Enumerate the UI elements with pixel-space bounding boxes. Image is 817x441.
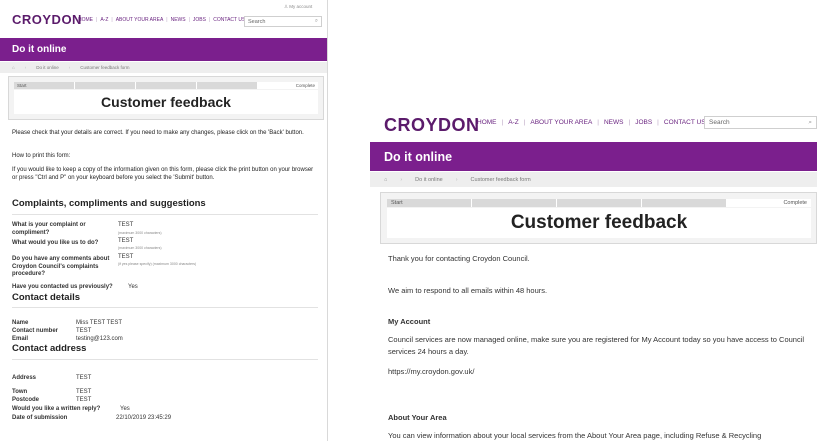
field-label-town: Town	[12, 389, 28, 395]
thank-you-message: Thank you for contacting Croydon Council…	[388, 254, 530, 263]
section-band: Do it online	[0, 38, 327, 61]
summary-content: Please check that your details are corre…	[8, 124, 324, 441]
top-navigation: HOME | A-Z | ABOUT YOUR AREA | NEWS | JOBS | …	[477, 119, 706, 126]
band-title: Do it online	[12, 44, 67, 55]
search-placeholder: Search	[248, 18, 266, 25]
field-label-contacted: Have you contacted us previously?	[12, 284, 113, 290]
search-input[interactable]: Search ⌕	[244, 16, 322, 27]
nav-about-your-area[interactable]: ABOUT YOUR AREA	[116, 17, 164, 23]
page-title: Customer feedback	[14, 90, 318, 114]
field-value-town: TEST	[76, 389, 92, 395]
breadcrumb: ⌂ › Do it online › Customer feedback for…	[370, 172, 817, 187]
progress-step	[642, 199, 727, 207]
intro-text: Please check that your details are corre…	[12, 130, 304, 136]
home-icon[interactable]: ⌂	[384, 177, 387, 183]
divider	[12, 307, 318, 308]
nav-news[interactable]: NEWS	[171, 17, 186, 23]
field-value-postcode: TEST	[76, 397, 92, 403]
top-navigation: HOME | A-Z | ABOUT YOUR AREA | NEWS | JOBS | …	[78, 17, 246, 23]
progress-step	[197, 82, 258, 89]
section-band: Do it online	[370, 142, 817, 171]
nav-home[interactable]: HOME	[78, 17, 93, 23]
thank-you-content: Thank you for contacting Croydon Council…	[380, 244, 817, 441]
my-account-link[interactable]: https://my.croydon.gov.uk/	[388, 366, 816, 378]
breadcrumb-item-do-it-online[interactable]: Do it online	[36, 65, 59, 70]
field-label-request: What would you like us to do?	[12, 240, 99, 246]
print-heading: How to print this form:	[12, 153, 71, 159]
my-account-text: Council services are now managed online,…	[388, 335, 805, 356]
chevron-right-icon: ›	[68, 65, 71, 70]
progress-step	[557, 199, 642, 207]
breadcrumb-item-current: Customer feedback form	[470, 176, 531, 183]
my-account-heading: My Account	[388, 317, 431, 326]
progress-bar: Start Complete	[387, 199, 811, 207]
field-label-complaint: What is your complaint or compliment?	[12, 222, 86, 236]
band-title: Do it online	[384, 149, 453, 164]
nav-a-z[interactable]: A-Z	[100, 17, 108, 23]
field-label-address: Address	[12, 375, 37, 381]
progress-step	[136, 82, 197, 89]
nav-contact-us[interactable]: CONTACT US	[213, 17, 245, 23]
about-your-area-text: You can view information about your loca…	[388, 431, 762, 440]
field-hint: (if yes please specify) (maximum 3000 ch…	[118, 262, 197, 266]
my-account-link[interactable]: ♙ My account	[284, 4, 312, 10]
field-value-date: 22/10/2019 23:45:29	[116, 415, 172, 421]
search-icon[interactable]: ⌕	[315, 18, 318, 25]
croydon-logo[interactable]: CROYDON	[12, 12, 82, 27]
nav-news[interactable]: NEWS	[604, 119, 624, 126]
thank-you-page-screenshot: CROYDON HOME | A-Z | ABOUT YOUR AREA | NEWS…	[370, 112, 817, 441]
nav-home[interactable]: HOME	[477, 119, 497, 126]
nav-jobs[interactable]: JOBS	[635, 119, 652, 126]
section-heading-address: Contact address	[12, 343, 87, 354]
about-your-area-heading: About Your Area	[388, 413, 447, 422]
field-label-date: Date of submission	[12, 415, 68, 421]
field-label-postcode: Postcode	[12, 397, 40, 403]
progress-bar: Start Complete	[14, 82, 318, 89]
progress-complete: Complete	[258, 82, 318, 89]
breadcrumb-item-do-it-online[interactable]: Do it online	[415, 177, 443, 183]
search-input[interactable]: Search ⌕	[704, 116, 817, 129]
progress-start: Start	[387, 199, 472, 207]
page-title: Customer feedback	[387, 208, 811, 238]
divider	[12, 359, 318, 360]
search-placeholder: Search	[709, 119, 730, 126]
nav-contact-us[interactable]: CONTACT US	[664, 119, 706, 126]
progress-complete: Complete	[727, 199, 811, 207]
field-value-name: Miss TEST TEST	[76, 320, 123, 326]
home-icon[interactable]: ⌂	[12, 65, 15, 70]
field-value-complaint: TEST	[118, 222, 134, 228]
breadcrumb-item-current: Customer feedback form	[80, 65, 130, 70]
chevron-right-icon: ›	[400, 176, 403, 183]
field-value-contacted: Yes	[128, 284, 138, 290]
field-value-contact-number: TEST	[76, 328, 92, 334]
chevron-right-icon: ›	[455, 176, 458, 183]
progress-step	[472, 199, 557, 207]
field-hint: (maximum 3000 characters)	[118, 231, 162, 235]
field-label-written-reply: Would you like a written reply?	[12, 406, 101, 412]
chevron-right-icon: ›	[24, 65, 27, 70]
search-icon[interactable]: ⌕	[808, 119, 812, 127]
field-label-contact-number: Contact number	[12, 328, 59, 334]
section-heading-complaints: Complaints, compliments and suggestions	[12, 198, 206, 209]
nav-about-your-area[interactable]: ABOUT YOUR AREA	[530, 119, 592, 126]
field-value-written-reply: Yes	[120, 406, 130, 412]
field-value-address: TEST	[76, 375, 92, 381]
nav-jobs[interactable]: JOBS	[193, 17, 206, 23]
divider	[12, 214, 318, 215]
response-time-message: We aim to respond to all emails within 4…	[388, 286, 548, 295]
print-instructions: If you would like to keep a copy of the …	[12, 167, 314, 181]
breadcrumb: ⌂ › Do it online › Customer feedback for…	[0, 62, 327, 73]
section-heading-contact: Contact details	[12, 292, 81, 303]
confirmation-page-screenshot: CROYDON ♙ My account HOME | A-Z | ABOUT YO…	[0, 0, 328, 441]
nav-a-z[interactable]: A-Z	[508, 119, 518, 126]
croydon-logo[interactable]: CROYDON	[384, 115, 480, 136]
progress-start: Start	[14, 82, 75, 89]
field-hint: (maximum 3000 characters)	[118, 246, 162, 250]
progress-step	[75, 82, 136, 89]
field-label-procedure: Do you have any comments about Croydon C…	[12, 256, 110, 277]
